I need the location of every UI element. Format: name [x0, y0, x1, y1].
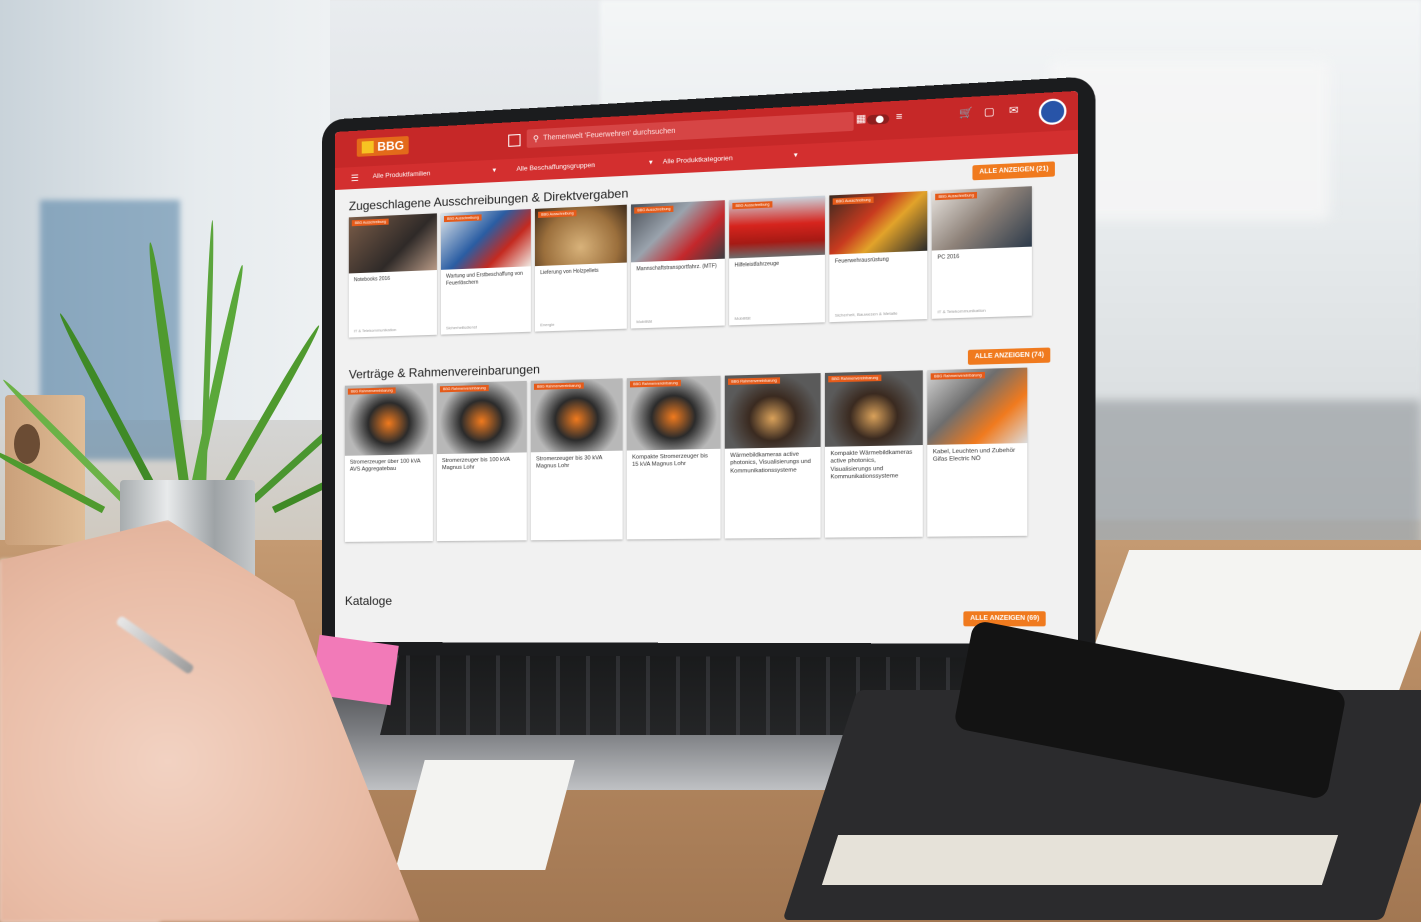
card-image: BBG Ausschreibung [729, 196, 825, 259]
card-image: BBG Ausschreibung [349, 213, 437, 273]
card-image: BBG Rahmenvereinbarung [531, 378, 623, 452]
notebook-pages [822, 835, 1338, 885]
logo-square-icon [361, 141, 373, 154]
card-badge: BBG Ausschreibung [634, 206, 674, 214]
contract-card[interactable]: BBG Rahmenvereinbarung Kompakte Wärmebil… [825, 370, 923, 537]
mail-icon[interactable]: ✉ [1009, 105, 1019, 117]
card-title: Stromerzeuger bis 100 kVA Magnus Lohr [437, 452, 527, 473]
card-image: BBG Rahmenvereinbarung [627, 376, 721, 451]
laptop-screen: BBG ⚲ Themenwelt 'Feuerwehren' durchsuch… [335, 91, 1078, 644]
filter-label: Alle Produktkategorien [663, 155, 733, 166]
filter-procurement-groups[interactable]: Alle Beschaffungsgruppen ▼ [516, 159, 654, 173]
show-all-contracts-button[interactable]: ALLE ANZEIGEN (74) [968, 347, 1051, 364]
background-sofa [1050, 400, 1421, 550]
tender-card[interactable]: BBG Ausschreibung Feuerwehrausrüstung Si… [829, 191, 927, 322]
chevron-down-icon: ▼ [792, 152, 799, 159]
card-title: Kompakte Wärmebildkameras active photoni… [825, 445, 923, 482]
card-image: BBG Ausschreibung [631, 200, 725, 262]
catalog-icon[interactable] [508, 134, 520, 147]
contract-card[interactable]: BBG Rahmenvereinbarung Kompakte Stromerz… [627, 376, 721, 540]
card-badge: BBG Rahmenvereinbarung [348, 387, 396, 394]
filter-product-categories[interactable]: Alle Produktkategorien ▼ [663, 152, 799, 166]
card-category: Mobilität [636, 319, 652, 325]
view-list-icon[interactable]: ≡ [896, 111, 903, 123]
card-image: BBG Rahmenvereinbarung [725, 373, 821, 449]
card-image: BBG Rahmenvereinbarung [437, 381, 527, 454]
menu-icon[interactable]: ☰ [351, 173, 359, 184]
contract-card[interactable]: BBG Rahmenvereinbarung Kabel, Leuchten u… [927, 368, 1027, 537]
card-badge: BBG Ausschreibung [833, 197, 874, 205]
tender-card[interactable]: BBG Ausschreibung Notebooks 2016 IT & Te… [349, 213, 437, 337]
contract-card[interactable]: BBG Rahmenvereinbarung Stromerzeuger bis… [437, 381, 527, 541]
card-badge: BBG Rahmenvereinbarung [440, 385, 489, 392]
show-all-tenders-button[interactable]: ALLE ANZEIGEN (21) [972, 161, 1055, 180]
view-grid-icon[interactable]: ▦ [856, 113, 866, 125]
search-icon: ⚲ [533, 133, 539, 143]
document-icon[interactable]: ▢ [984, 106, 995, 118]
filter-label: Alle Produktfamilien [373, 170, 431, 180]
card-title: Wartung und Erstbeschaffung von Feuerlös… [441, 266, 531, 287]
card-category: Sicherheitsdienst [446, 324, 477, 330]
card-category: Mobilität [735, 315, 751, 321]
cart-icon[interactable]: 🛒 [959, 107, 973, 120]
chevron-down-icon: ▼ [491, 167, 497, 173]
search-placeholder: Themenwelt 'Feuerwehren' durchsuchen [543, 127, 675, 141]
card-title: Stromerzeuger über 100 kVA AVS Aggregate… [345, 454, 433, 475]
card-image: BBG Ausschreibung [932, 186, 1032, 250]
wooden-block-hole [14, 424, 40, 464]
filter-label: Alle Beschaffungsgruppen [516, 162, 595, 173]
logo-text: BBG [377, 138, 404, 154]
tender-card[interactable]: BBG Ausschreibung Mannschaftstransportfa… [631, 200, 725, 328]
card-image: BBG Ausschreibung [829, 191, 927, 255]
white-notepad [395, 760, 574, 870]
card-badge: BBG Rahmenvereinbarung [931, 372, 985, 380]
section-title-contracts: Verträge & Rahmenvereinbarungen [349, 362, 540, 381]
card-badge: BBG Ausschreibung [935, 192, 977, 200]
card-category: Energie [540, 322, 554, 328]
contract-card[interactable]: BBG Rahmenvereinbarung Wärmebildkameras … [725, 373, 821, 538]
tender-card[interactable]: BBG Ausschreibung Hilfeleistfahrzeuge Mo… [729, 196, 825, 326]
card-image: BBG Ausschreibung [535, 205, 627, 266]
card-title: Kabel, Leuchten und Zubehör Gifas Electr… [927, 443, 1027, 465]
card-image: BBG Rahmenvereinbarung [927, 368, 1027, 445]
card-category: IT & Telekommunikation [937, 307, 985, 314]
tender-card[interactable]: BBG Ausschreibung Lieferung von Holzpell… [535, 205, 627, 332]
contract-card[interactable]: BBG Rahmenvereinbarung Stromerzeuger übe… [345, 383, 433, 542]
card-badge: BBG Ausschreibung [444, 214, 482, 222]
card-image: BBG Ausschreibung [441, 209, 531, 270]
card-badge: BBG Rahmenvereinbarung [828, 375, 881, 383]
tender-card[interactable]: BBG Ausschreibung PC 2016 IT & Telekommu… [932, 186, 1032, 319]
card-category: Sicherheit, Bauwesen & Metalle [835, 310, 898, 317]
card-category: IT & Telekommunikation [354, 327, 396, 333]
tender-card[interactable]: BBG Ausschreibung Wartung und Erstbescha… [441, 209, 531, 335]
card-badge: BBG Ausschreibung [538, 210, 577, 218]
bbg-logo[interactable]: BBG [357, 136, 409, 157]
contract-card[interactable]: BBG Rahmenvereinbarung Stromerzeuger bis… [531, 378, 623, 540]
card-badge: BBG Rahmenvereinbarung [534, 382, 584, 389]
card-badge: BBG Ausschreibung [732, 201, 772, 209]
filter-product-families[interactable]: Alle Produktfamilien ▼ [373, 167, 498, 180]
section-title-catalogs: Kataloge [345, 594, 392, 608]
card-title: Kompakte Stromerzeuger bis 15 kVA Magnus… [627, 449, 721, 470]
card-image: BBG Rahmenvereinbarung [345, 383, 433, 455]
card-title: Stromerzeuger bis 30 kVA Magnus Lohr [531, 451, 623, 472]
card-title: Wärmebildkameras active photonics, Visua… [725, 447, 821, 476]
chevron-down-icon: ▼ [648, 159, 654, 166]
card-image: BBG Rahmenvereinbarung [825, 370, 923, 446]
card-badge: BBG Rahmenvereinbarung [728, 377, 780, 385]
avatar[interactable] [1039, 98, 1067, 125]
view-toggle[interactable] [867, 114, 889, 125]
card-badge: BBG Rahmenvereinbarung [630, 380, 681, 388]
card-badge: BBG Ausschreibung [352, 219, 389, 227]
